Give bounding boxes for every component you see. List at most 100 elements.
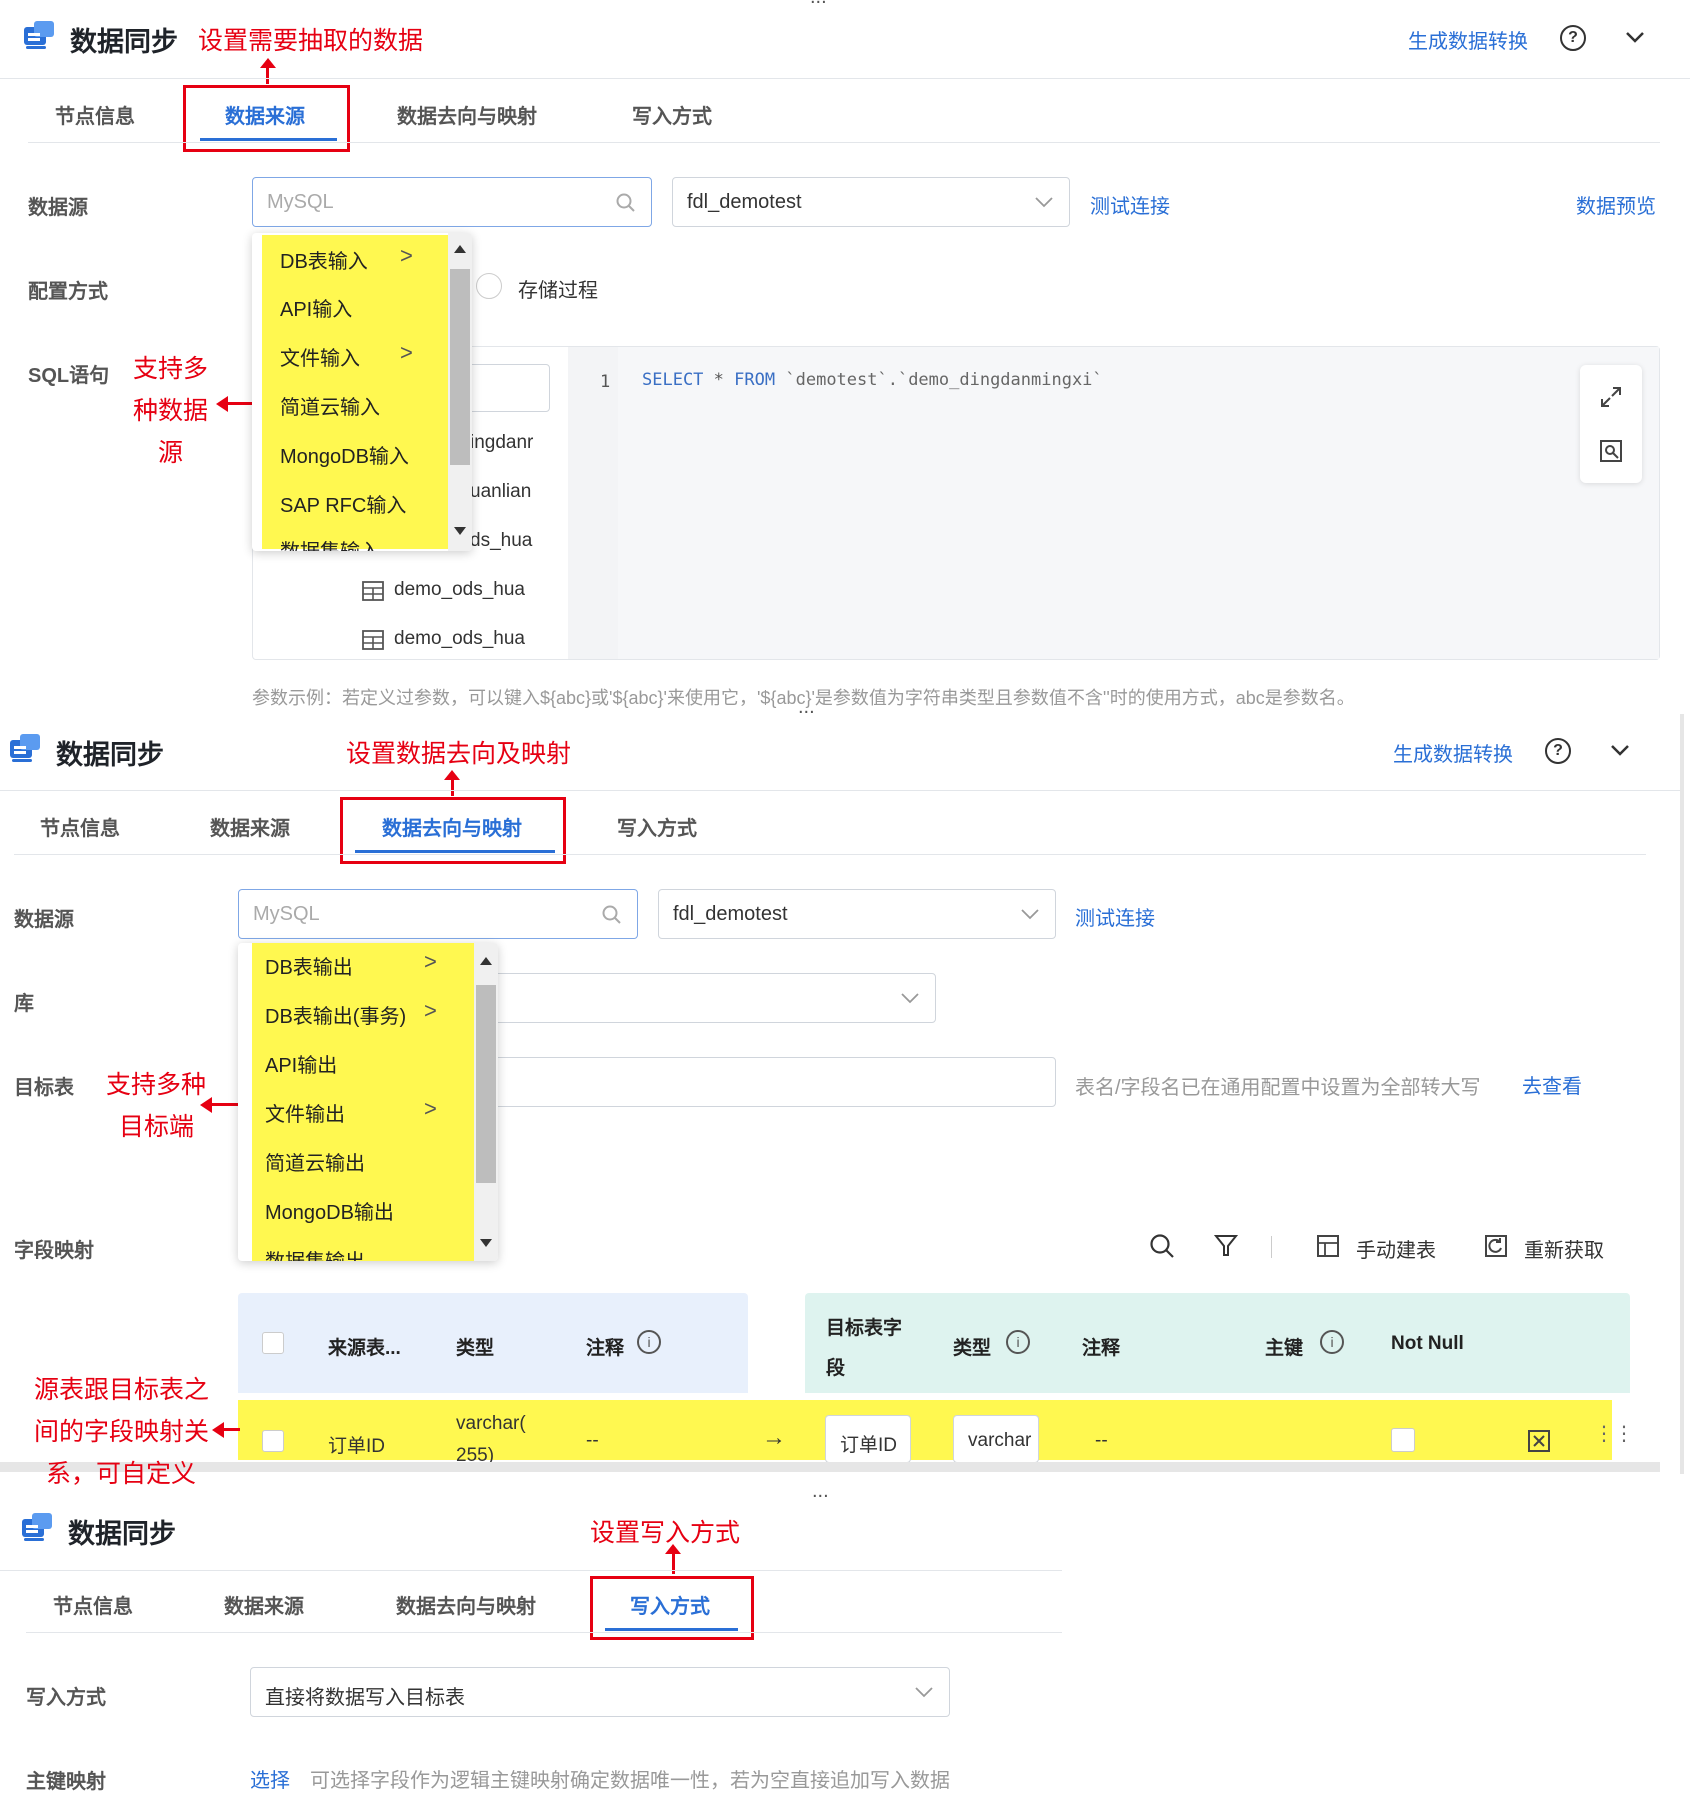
sql-table-ref: `demotest`.`demo_dingdanmingxi` (785, 370, 1103, 390)
chevron-right-icon: > (424, 998, 437, 1023)
target-table-input[interactable] (440, 1057, 1056, 1107)
uppercase-hint: 表名/字段名已在通用配置中设置为全部转大写 (1075, 1077, 1481, 1099)
tree-item[interactable]: demo_ods_hua (394, 628, 525, 650)
table-filter-input[interactable] (460, 364, 550, 412)
tab-write-mode[interactable]: 写入方式 (632, 100, 712, 129)
highlight-box (590, 1576, 754, 1640)
test-connection-link[interactable]: 测试连接 (1075, 902, 1155, 931)
generate-transform-link[interactable]: 生成数据转换 (1408, 25, 1528, 54)
annotation-destination: 设置数据去向及映射 (346, 740, 572, 768)
info-icon[interactable]: i (637, 1330, 661, 1354)
delete-row-icon[interactable] (1528, 1430, 1550, 1452)
test-connection-link[interactable]: 测试连接 (1090, 190, 1170, 219)
annotation-mapping-1: 源表跟目标表之 (34, 1376, 210, 1404)
write-mode-select[interactable]: 直接将数据写入目标表 (250, 1667, 950, 1717)
dropdown-item-mongodb-output[interactable]: MongoDB输出 (265, 1196, 394, 1225)
scrollbar-thumb[interactable] (476, 985, 496, 1183)
chevron-down-icon (1021, 909, 1039, 920)
horizontal-scrollbar[interactable] (0, 1462, 1660, 1472)
dropdown-item-sap-rfc-input[interactable]: SAP RFC输入 (280, 489, 406, 518)
search-icon (616, 193, 635, 212)
dropdown-item-db-output-transaction[interactable]: DB表输出(事务) (265, 1000, 406, 1029)
drag-handle-icon[interactable]: ⋮⋮ (1594, 1424, 1634, 1444)
row-checkbox[interactable] (262, 1430, 284, 1452)
tab-write-mode[interactable]: 写入方式 (617, 812, 697, 841)
code-area[interactable] (618, 347, 1659, 659)
help-icon[interactable]: ? (1560, 25, 1586, 51)
database-select[interactable]: fdl_demotest (672, 177, 1070, 227)
dropdown-item-api-output[interactable]: API输出 (265, 1049, 337, 1078)
manual-create-table-button[interactable]: 手动建表 (1356, 1234, 1436, 1263)
info-icon[interactable]: i (1006, 1330, 1030, 1354)
filter-icon[interactable] (1213, 1233, 1239, 1259)
sql-keyword: FROM (734, 370, 776, 390)
dropdown-item-db-input[interactable]: DB表输入 (280, 245, 368, 274)
dropdown-item-jiandaoyun-output[interactable]: 简道云输出 (265, 1147, 365, 1176)
dropdown-item-file-output[interactable]: 文件输出 (265, 1098, 345, 1127)
scrollbar-thumb[interactable] (450, 269, 470, 465)
mapping-arrow-icon: → (762, 1424, 786, 1451)
select-pk-link[interactable]: 选择 (250, 1764, 290, 1793)
dropdown-item-db-output[interactable]: DB表输出 (265, 951, 353, 980)
line-gutter (568, 347, 618, 659)
dropdown-item-dataset-input[interactable]: 数据集输入 (280, 535, 380, 551)
dropdown-item-mongodb-input[interactable]: MongoDB输入 (280, 440, 409, 469)
tab-data-source[interactable]: 数据来源 (224, 1590, 304, 1619)
dropdown-item-api-input[interactable]: API输入 (280, 293, 352, 322)
chevron-right-icon: > (400, 243, 413, 268)
tree-item[interactable]: demo_ods_hua (394, 579, 525, 601)
library-select[interactable] (440, 973, 936, 1023)
info-icon[interactable]: i (1320, 1330, 1344, 1354)
refetch-button[interactable]: 重新获取 (1524, 1234, 1604, 1263)
expand-icon[interactable] (1599, 385, 1623, 409)
database-value: fdl_demotest (687, 191, 802, 213)
editor-toolbar (1580, 365, 1642, 483)
dropdown-item-jiandaoyun-input[interactable]: 简道云输入 (280, 391, 380, 420)
tab-data-source[interactable]: 数据来源 (210, 812, 290, 841)
target-field-value: 订单ID (840, 1435, 898, 1456)
help-icon[interactable]: ? (1545, 738, 1571, 764)
source-type-dropdown: DB表输入 > API输入 文件输入 > 简道云输入 MongoDB输入 SAP… (252, 233, 472, 551)
annotation-mapping-2: 间的字段映射关 (34, 1418, 210, 1446)
tree-item[interactable]: ingdanr (470, 432, 533, 454)
datasource-input[interactable]: MySQL (238, 889, 638, 939)
tab-node-info[interactable]: 节点信息 (40, 812, 120, 841)
generate-transform-link[interactable]: 生成数据转换 (1393, 738, 1513, 767)
header-divider (0, 78, 1690, 79)
annotation-arrow-head (444, 770, 460, 780)
col-source-field: 来源表... (328, 1338, 401, 1359)
scroll-up-icon[interactable] (480, 957, 492, 965)
target-type-input[interactable]: varchar (953, 1415, 1039, 1463)
dropdown-item-file-input[interactable]: 文件输入 (280, 342, 360, 371)
tab-node-info[interactable]: 节点信息 (55, 100, 135, 129)
scroll-up-icon[interactable] (454, 245, 466, 253)
scroll-down-icon[interactable] (480, 1239, 492, 1247)
dropdown-item-dataset-output[interactable]: 数据集输出 (265, 1245, 365, 1261)
panel-scrollbar[interactable] (1680, 714, 1684, 1474)
format-icon[interactable] (1599, 439, 1623, 463)
datasource-input[interactable]: MySQL (252, 177, 652, 227)
scroll-down-icon[interactable] (454, 527, 466, 535)
chevron-down-icon[interactable] (1625, 30, 1645, 44)
col-source-comment: 注释 (586, 1338, 625, 1359)
target-field-input[interactable]: 订单ID (825, 1415, 911, 1463)
database-select[interactable]: fdl_demotest (658, 889, 1056, 939)
data-preview-link[interactable]: 数据预览 (1576, 190, 1656, 219)
select-all-checkbox[interactable] (262, 1332, 284, 1354)
tree-item[interactable]: ds_hua (470, 530, 532, 552)
annotation-arrow (266, 66, 269, 84)
stored-procedure-radio[interactable] (476, 273, 502, 299)
page-title: 数据同步 (70, 27, 178, 57)
tree-item[interactable]: uanlian (470, 481, 531, 503)
go-view-link[interactable]: 去查看 (1522, 1070, 1582, 1099)
tab-destination-mapping[interactable]: 数据去向与映射 (397, 100, 537, 129)
chevron-down-icon (901, 993, 919, 1004)
search-icon[interactable] (1149, 1233, 1175, 1259)
col-target-comment: 注释 (1082, 1338, 1121, 1359)
tab-destination-mapping[interactable]: 数据去向与映射 (396, 1590, 536, 1619)
chevron-down-icon[interactable] (1610, 743, 1630, 757)
sync-logo-icon (22, 1513, 52, 1541)
sql-keyword: SELECT (642, 370, 704, 390)
tab-node-info[interactable]: 节点信息 (53, 1590, 133, 1619)
not-null-checkbox[interactable] (1391, 1428, 1415, 1452)
